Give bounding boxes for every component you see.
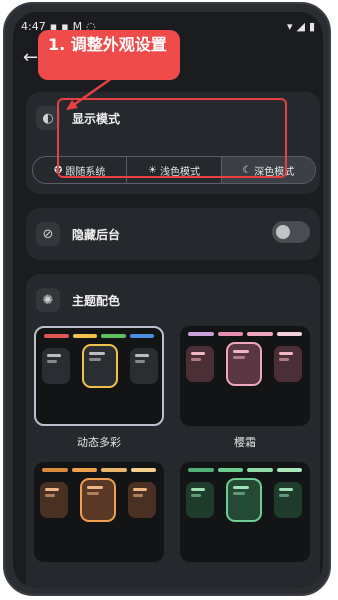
signal-icon: ◢	[296, 19, 305, 33]
color-bars	[42, 468, 156, 472]
color-swatch	[276, 332, 302, 336]
hide-background-toggle[interactable]	[272, 221, 310, 243]
color-swatch	[130, 468, 156, 472]
hide-background-card[interactable]: ⊘ 隐藏后台	[26, 208, 320, 260]
color-swatch	[101, 468, 127, 472]
eye-off-icon: ⊘	[36, 222, 60, 246]
preview-card	[82, 480, 114, 520]
theme-tile-green[interactable]	[180, 462, 310, 562]
theme-title: 主题配色	[72, 294, 121, 308]
preview-card	[130, 348, 158, 384]
preview-card	[274, 482, 302, 518]
color-swatch	[101, 334, 126, 338]
preview-card	[274, 346, 302, 382]
theme-tile-dynamic[interactable]	[34, 326, 164, 426]
color-swatch	[188, 332, 214, 336]
theme-tile-sakura[interactable]	[180, 326, 310, 426]
color-swatch	[247, 468, 273, 472]
color-bars	[44, 334, 154, 338]
preview-card	[186, 346, 214, 382]
color-swatch	[72, 334, 97, 338]
preview-card	[84, 346, 116, 386]
color-bars	[188, 468, 302, 472]
palette-icon: ✺	[36, 288, 60, 312]
wifi-icon: ▾	[286, 19, 293, 33]
annotation-callout: 1. 调整外观设置	[38, 30, 180, 80]
preview-card	[128, 482, 156, 518]
phone-frame: 4:47 ▪ ▪ M ◌ ▾ ◢ ▮ ← ◐ 显示模式 ✪ 跟随系统 ☀ 浅色模式 …	[3, 2, 331, 596]
color-swatch	[188, 468, 214, 472]
preview-card	[42, 348, 70, 384]
preview-card	[40, 482, 68, 518]
theme-card: ✺ 主题配色 动态多彩 樱霜	[26, 274, 320, 588]
color-swatch	[129, 334, 154, 338]
preview-card	[228, 344, 260, 384]
theme-label-dynamic: 动态多彩	[77, 436, 121, 449]
hide-background-title: 隐藏后台	[72, 228, 121, 242]
preview-card	[228, 480, 260, 520]
color-swatch	[276, 468, 302, 472]
color-bars	[188, 332, 302, 336]
battery-icon: ▮	[308, 19, 315, 33]
preview-card	[186, 482, 214, 518]
color-swatch	[44, 334, 69, 338]
color-swatch	[217, 468, 243, 472]
theme-tile-amber[interactable]	[34, 462, 164, 562]
color-swatch	[247, 332, 273, 336]
color-swatch	[217, 332, 243, 336]
color-swatch	[71, 468, 97, 472]
color-swatch	[42, 468, 68, 472]
theme-label-sakura: 樱霜	[234, 436, 256, 449]
toggle-knob	[276, 225, 290, 239]
